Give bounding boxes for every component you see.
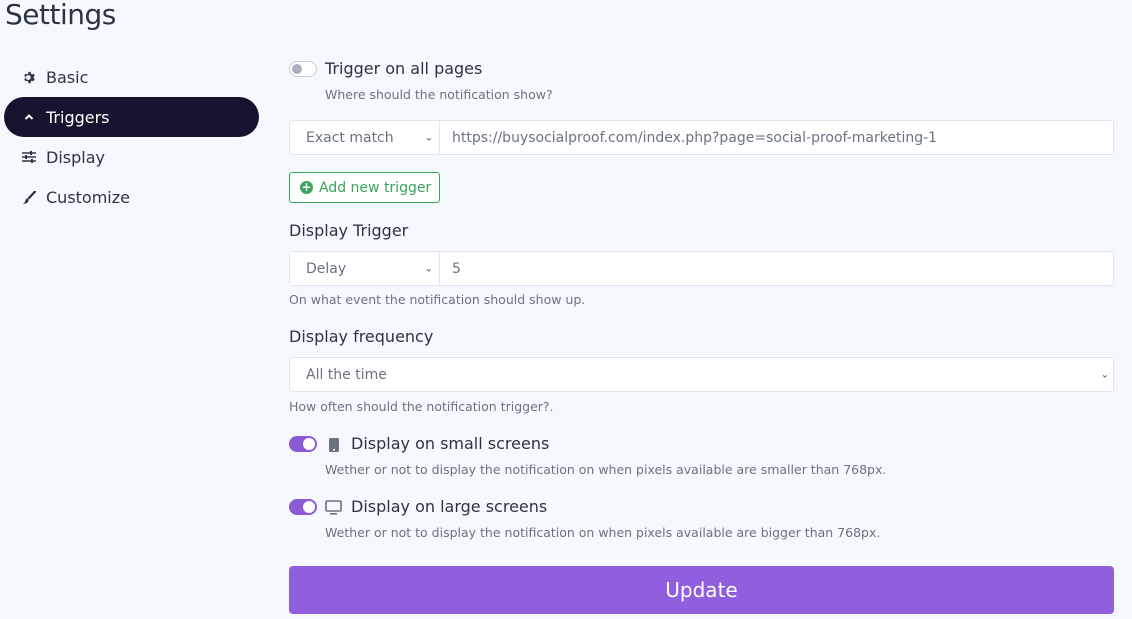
sidebar: Basic Triggers Display Customize	[4, 57, 259, 217]
sidebar-item-label: Display	[46, 147, 105, 167]
sidebar-item-label: Triggers	[46, 107, 110, 127]
display-trigger-select[interactable]: Delay ⌄	[290, 252, 440, 285]
chevron-down-icon: ⌄	[1100, 369, 1109, 380]
sidebar-item-label: Customize	[46, 187, 130, 207]
large-screens-label: Display on large screens	[351, 497, 548, 516]
sidebar-item-basic[interactable]: Basic	[4, 57, 259, 97]
sidebar-item-triggers[interactable]: Triggers	[4, 97, 259, 137]
add-new-trigger-label: Add new trigger	[319, 179, 432, 196]
sidebar-item-label: Basic	[46, 67, 89, 87]
display-frequency-help: How often should the notification trigge…	[289, 399, 554, 414]
chevron-down-icon: ⌄	[424, 132, 433, 143]
large-screens-toggle[interactable]	[289, 499, 317, 515]
display-trigger-label: Display Trigger	[289, 221, 409, 240]
small-screens-toggle[interactable]	[289, 436, 317, 452]
display-trigger-help: On what event the notification should sh…	[289, 292, 586, 307]
large-screens-help: Wether or not to display the notificatio…	[325, 525, 881, 540]
display-trigger-type: Delay	[306, 260, 347, 277]
sidebar-item-display[interactable]: Display	[4, 137, 259, 177]
add-new-trigger-button[interactable]: + Add new trigger	[289, 172, 441, 203]
sliders-icon	[22, 150, 36, 164]
mobile-icon	[329, 437, 339, 456]
chevron-up-icon	[22, 110, 36, 124]
trigger-rule-row: Exact match ⌄ https://buysocialproof.com…	[289, 120, 1114, 155]
sidebar-item-customize[interactable]: Customize	[4, 177, 259, 217]
small-screens-label: Display on small screens	[351, 434, 550, 453]
trigger-url-input[interactable]: https://buysocialproof.com/index.php?pag…	[440, 130, 937, 146]
match-type-select[interactable]: Exact match ⌄	[290, 121, 440, 154]
chevron-down-icon: ⌄	[424, 263, 433, 274]
trigger-all-pages-label: Trigger on all pages	[325, 59, 483, 78]
small-screens-help: Wether or not to display the notificatio…	[325, 462, 887, 477]
paintbrush-icon	[22, 190, 36, 204]
trigger-all-pages-help: Where should the notification show?	[325, 87, 553, 102]
display-frequency-value: All the time	[306, 366, 387, 383]
display-frequency-select[interactable]: All the time ⌄	[289, 357, 1114, 392]
trigger-all-pages-toggle[interactable]	[289, 61, 317, 77]
desktop-icon	[325, 500, 342, 519]
display-trigger-row: Delay ⌄ 5	[289, 251, 1114, 286]
plus-circle-icon: +	[300, 180, 313, 194]
display-trigger-value-input[interactable]: 5	[440, 261, 461, 277]
match-type-value: Exact match	[306, 129, 394, 146]
page-title: Settings	[5, 0, 116, 31]
display-frequency-label: Display frequency	[289, 327, 434, 346]
gear-icon	[22, 70, 36, 84]
update-button[interactable]: Update	[289, 566, 1114, 614]
